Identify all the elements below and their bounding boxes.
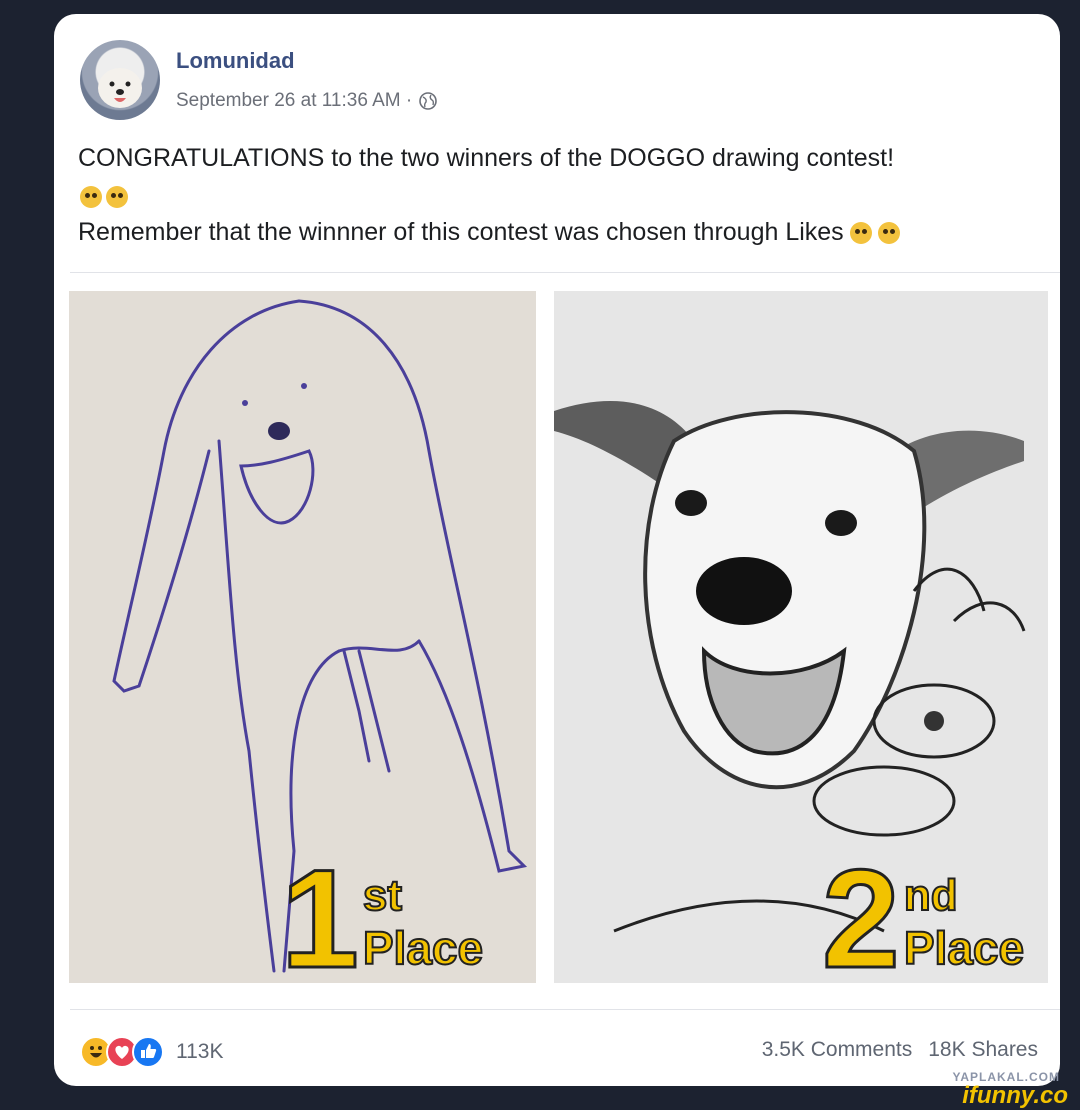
dog-avatar-icon [98, 68, 142, 108]
cat-emoji-icon [106, 186, 128, 208]
blush-emoji-icon [877, 221, 900, 244]
first-place-label: 1 st Place [280, 840, 485, 983]
reaction-count: 113K [176, 1040, 224, 1063]
post-meta: September 26 at 11:36 AM · [176, 90, 438, 112]
place-words: st Place [362, 870, 484, 975]
engagement-stats: 3.5K Comments 18K Shares [762, 1038, 1038, 1062]
place-word: Place [362, 921, 484, 975]
second-place-label: 2 nd Place [821, 840, 1026, 983]
post-text-line1: CONGRATULATIONS to the two winners of th… [78, 144, 895, 172]
place-number: 2 [821, 840, 902, 983]
author-avatar[interactable] [80, 40, 160, 120]
cat-emoji-icon [80, 186, 102, 208]
post-timestamp[interactable]: September 26 at 11:36 AM · [176, 90, 412, 112]
place-number: 1 [280, 840, 361, 983]
post-text-line2: Remember that the winnner of this contes… [78, 218, 900, 247]
like-icon [132, 1036, 164, 1068]
watermark-bottom: ifunny.co [962, 1082, 1068, 1109]
second-place-image[interactable]: 2 nd Place [554, 291, 1048, 983]
globe-icon[interactable] [418, 91, 438, 111]
author-name[interactable]: Lomunidad [176, 48, 295, 74]
comments-link[interactable]: 3.5K Comments [762, 1038, 913, 1062]
shares-link[interactable]: 18K Shares [928, 1038, 1038, 1062]
place-suffix: st [362, 870, 403, 921]
post-text-line2-text: Remember that the winnner of this contes… [78, 218, 844, 246]
place-suffix: nd [903, 870, 959, 921]
emoji-row [80, 186, 128, 208]
place-word: Place [903, 921, 1025, 975]
blush-emoji-icon [849, 221, 872, 244]
post-card: Lomunidad September 26 at 11:36 AM · CON… [54, 14, 1060, 1086]
footer-divider [70, 1009, 1060, 1010]
reactions-summary[interactable]: 113K [80, 1036, 224, 1068]
place-words: nd Place [903, 870, 1025, 975]
first-place-image[interactable]: 1 st Place [69, 291, 536, 983]
divider [70, 272, 1060, 273]
